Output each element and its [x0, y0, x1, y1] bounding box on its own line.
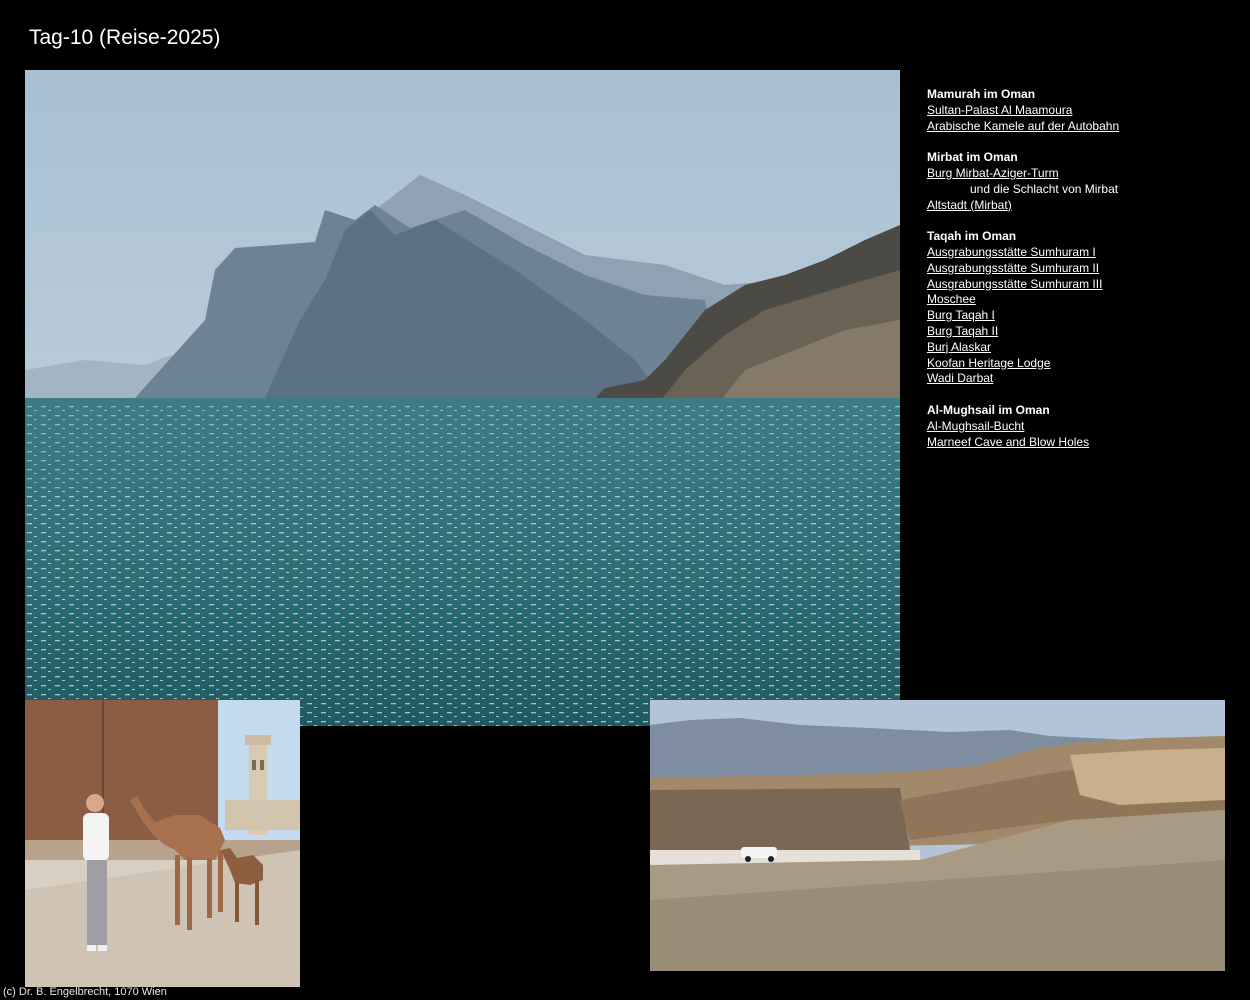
nav-link-burj-alaskar[interactable]: Burj Alaskar	[927, 340, 1227, 356]
nav-link-mughsail-bucht[interactable]: Al-Mughsail-Bucht	[927, 419, 1227, 435]
nav-group-taqah: Taqah im Oman Ausgrabungsstätte Sumhuram…	[927, 229, 1227, 387]
page: Tag-10 (Reise-2025) Mamurah im Oman Sult…	[0, 0, 1250, 1000]
nav-group-mughsail: Al-Mughsail im Oman Al-Mughsail-Bucht Ma…	[927, 403, 1227, 450]
page-title: Tag-10 (Reise-2025)	[29, 26, 221, 49]
nav-heading-mamurah: Mamurah im Oman	[927, 87, 1036, 101]
nav-link-burg-taqah-1[interactable]: Burg Taqah I	[927, 308, 1227, 324]
nav-heading-mirbat: Mirbat im Oman	[927, 150, 1018, 165]
nav-link-wadi-darbat[interactable]: Wadi Darbat	[927, 371, 1227, 387]
man-with-camels-image	[25, 700, 300, 987]
nav-link-sumhuram-3[interactable]: Ausgrabungsstätte Sumhuram III	[927, 277, 1227, 293]
cliffs-with-car-image	[650, 700, 1225, 971]
nav-link-sumhuram-1[interactable]: Ausgrabungsstätte Sumhuram I	[927, 245, 1227, 261]
nav-group-mamurah: Mamurah im Oman Sultan-Palast Al Maamour…	[927, 87, 1227, 134]
nav-link-marneef-cave[interactable]: Marneef Cave and Blow Holes	[927, 435, 1227, 451]
nav-heading-mughsail: Al-Mughsail im Oman	[927, 402, 1050, 417]
nav-link-burg-taqah-2[interactable]: Burg Taqah II	[927, 324, 1227, 340]
nav-heading-taqah: Taqah im Oman	[927, 229, 1017, 244]
sea-mountains-image	[25, 70, 900, 726]
nav-link-altstadt-mirbat[interactable]: Altstadt (Mirbat)	[927, 198, 1227, 214]
nav-note-schlacht: und die Schlacht von Mirbat	[970, 181, 1119, 196]
nav-link-sultan-palast[interactable]: Sultan-Palast Al Maamoura	[927, 103, 1227, 119]
main-photo-sea-mountains[interactable]	[25, 70, 900, 726]
nav-link-burg-mirbat[interactable]: Burg Mirbat-Aziger-Turm	[927, 166, 1227, 182]
copyright-footer: (c) Dr. B. Engelbrecht, 1070 Wien	[3, 986, 167, 998]
photo-cliffs-with-car[interactable]	[650, 700, 1225, 971]
nav-link-moschee[interactable]: Moschee	[927, 292, 1227, 308]
nav-link-arabische-kamele[interactable]: Arabische Kamele auf der Autobahn	[927, 119, 1227, 135]
nav-link-koofan-lodge[interactable]: Koofan Heritage Lodge	[927, 356, 1227, 372]
photo-man-with-camels[interactable]	[25, 700, 300, 987]
sidebar-navigation: Mamurah im Oman Sultan-Palast Al Maamour…	[927, 87, 1227, 466]
nav-link-sumhuram-2[interactable]: Ausgrabungsstätte Sumhuram II	[927, 261, 1227, 277]
nav-group-mirbat: Mirbat im Oman Burg Mirbat-Aziger-Turm u…	[927, 150, 1227, 213]
